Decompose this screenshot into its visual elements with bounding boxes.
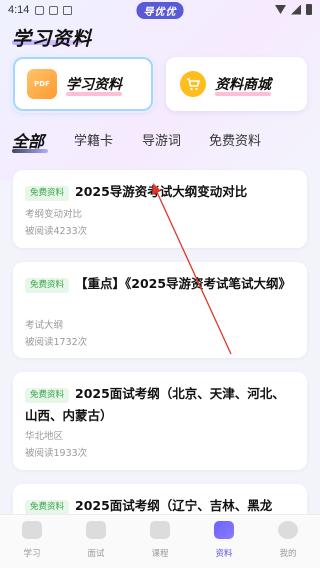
materials-shop-label: 资料商城: [215, 74, 271, 96]
smile-icon: [278, 521, 298, 539]
material-card[interactable]: 免费资料 2025导游资考试大纲变动对比 考纲变动对比 被阅读4233次: [13, 170, 307, 248]
material-read-count: 被阅读4233次: [25, 226, 88, 237]
status-right: [275, 4, 312, 15]
tab-indicator: [12, 149, 48, 153]
free-badge: 免费资料: [25, 278, 70, 293]
folder-icon: [214, 521, 234, 539]
tab-guide-script[interactable]: 导游词: [142, 130, 181, 149]
battery-icon: [306, 4, 312, 15]
material-title-line: 免费资料 2025面试考纲（北京、天津、河北、山西、内蒙古）: [25, 383, 295, 427]
study-materials-card[interactable]: PDF 学习资料: [13, 57, 153, 111]
video-icon: [150, 521, 170, 539]
nav-label: 资料: [215, 549, 233, 559]
status-bar: 4:14 导优优: [0, 0, 320, 20]
cart-icon: [180, 71, 206, 97]
material-subtitle: 华北地区: [25, 431, 64, 442]
nav-label: 学习: [23, 549, 41, 559]
home-icon: [22, 521, 42, 539]
free-badge: 免费资料: [25, 500, 70, 515]
material-subtitle: 考纲变动对比: [25, 209, 83, 220]
nav-item-study[interactable]: 学习: [7, 521, 57, 559]
material-read-count: 被阅读1732次: [25, 337, 88, 348]
pdf-icon: PDF: [27, 69, 57, 99]
material-title-line: 免费资料 【重点】《2025导游资考试笔试大纲》: [25, 273, 295, 295]
nav-item-interview[interactable]: 面试: [71, 521, 121, 559]
category-tabs: 全部 学籍卡 导游词 免费资料: [12, 130, 308, 154]
status-time: 4:14: [8, 4, 30, 16]
material-card[interactable]: 免费资料 【重点】《2025导游资考试笔试大纲》 考试大纲 被阅读1732次: [13, 262, 307, 358]
material-title: 2025面试考纲（辽宁、吉林、黑龙: [75, 498, 273, 513]
material-read-count: 被阅读1933次: [25, 448, 88, 459]
tab-free-materials[interactable]: 免费资料: [209, 130, 261, 149]
nav-label: 面试: [87, 549, 105, 559]
gallery-notification-icon: [49, 5, 59, 15]
material-title: 【重点】《2025导游资考试笔试大纲》: [75, 276, 292, 291]
brand-pill: 导优优: [136, 2, 184, 19]
material-subtitle: 考试大纲: [25, 320, 64, 331]
nav-item-mine[interactable]: 我的: [263, 521, 313, 559]
bottom-nav: 学习 面试 课程 资料 我的: [0, 514, 320, 568]
nav-label: 课程: [151, 549, 169, 559]
signal-icon: [291, 4, 301, 15]
page-title: 学习资料: [12, 28, 93, 50]
material-card[interactable]: 免费资料 2025面试考纲（北京、天津、河北、山西、内蒙古） 华北地区 被阅读19…: [13, 372, 307, 470]
image-notification-icon: [35, 5, 45, 15]
app-notification-icon: [63, 5, 73, 15]
free-badge: 免费资料: [25, 186, 70, 201]
material-title-line: 免费资料 2025导游资考试大纲变动对比: [25, 181, 295, 203]
material-title: 2025导游资考试大纲变动对比: [75, 184, 248, 199]
nav-item-course[interactable]: 课程: [135, 521, 185, 559]
materials-shop-card[interactable]: 资料商城: [166, 57, 307, 111]
wifi-icon: [275, 5, 286, 14]
microphone-icon: [86, 521, 106, 539]
study-materials-label: 学习资料: [66, 74, 122, 96]
tab-student-card[interactable]: 学籍卡: [74, 130, 113, 149]
nav-label: 我的: [279, 549, 297, 559]
nav-item-materials[interactable]: 资料: [199, 521, 249, 559]
free-badge: 免费资料: [25, 388, 70, 403]
